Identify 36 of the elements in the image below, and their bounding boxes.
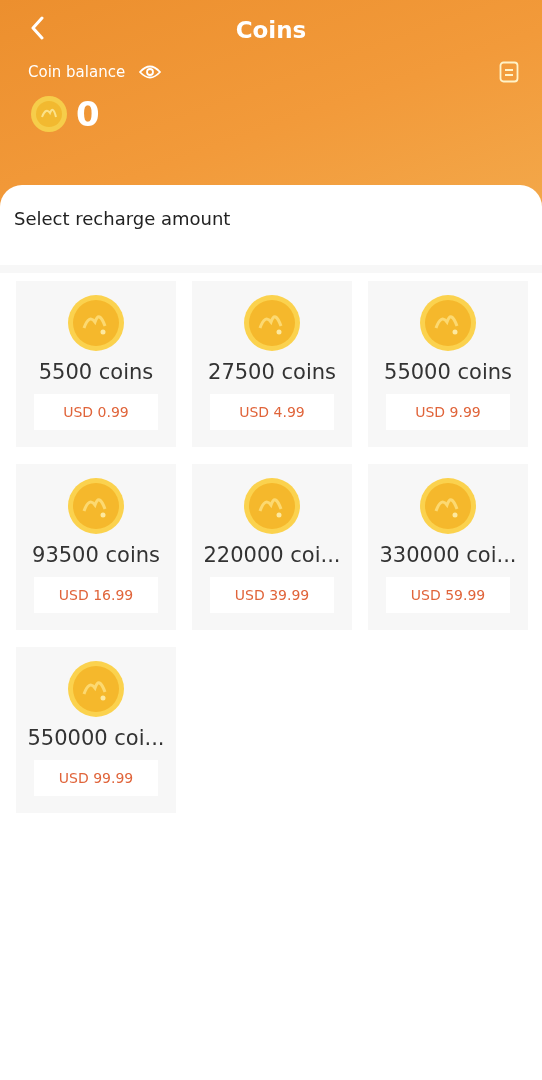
- package-card[interactable]: 93500 coins USD 16.99: [16, 464, 176, 630]
- document-icon[interactable]: [499, 61, 519, 83]
- package-card[interactable]: 220000 coi... USD 39.99: [192, 464, 352, 630]
- coin-icon: [243, 294, 301, 352]
- coin-amount: 330000 coi...: [379, 543, 517, 567]
- eye-icon[interactable]: [139, 64, 162, 80]
- coin-amount: 220000 coi...: [203, 543, 341, 567]
- back-icon[interactable]: [30, 16, 44, 40]
- price-label: USD 9.99: [386, 394, 510, 430]
- price-label: USD 39.99: [210, 577, 334, 613]
- price-label: USD 4.99: [210, 394, 334, 430]
- price-label: USD 0.99: [34, 394, 158, 430]
- price-label: USD 99.99: [34, 760, 158, 796]
- page-title: Coins: [235, 17, 307, 43]
- package-card[interactable]: 5500 coins USD 0.99: [16, 281, 176, 447]
- price-label: USD 59.99: [386, 577, 510, 613]
- package-card[interactable]: 330000 coi... USD 59.99: [368, 464, 528, 630]
- coin-icon: [67, 294, 125, 352]
- coin-icon: [419, 294, 477, 352]
- section-title: Select recharge amount: [14, 207, 231, 229]
- balance-amount: 0: [76, 94, 100, 134]
- coin-icon: [243, 477, 301, 535]
- balance-label: Coin balance: [28, 63, 126, 81]
- coin-icon: [30, 95, 68, 133]
- coin-amount: 27500 coins: [208, 360, 336, 384]
- coin-amount: 55000 coins: [384, 360, 512, 384]
- price-label: USD 16.99: [34, 577, 158, 613]
- coin-icon: [67, 477, 125, 535]
- package-card[interactable]: 27500 coins USD 4.99: [192, 281, 352, 447]
- coin-icon: [67, 660, 125, 718]
- package-card[interactable]: 55000 coins USD 9.99: [368, 281, 528, 447]
- coin-amount: 93500 coins: [32, 543, 160, 567]
- package-card[interactable]: 550000 coi... USD 99.99: [16, 647, 176, 813]
- coin-amount: 550000 coi...: [27, 726, 165, 750]
- coin-amount: 5500 coins: [38, 360, 154, 384]
- coin-icon: [419, 477, 477, 535]
